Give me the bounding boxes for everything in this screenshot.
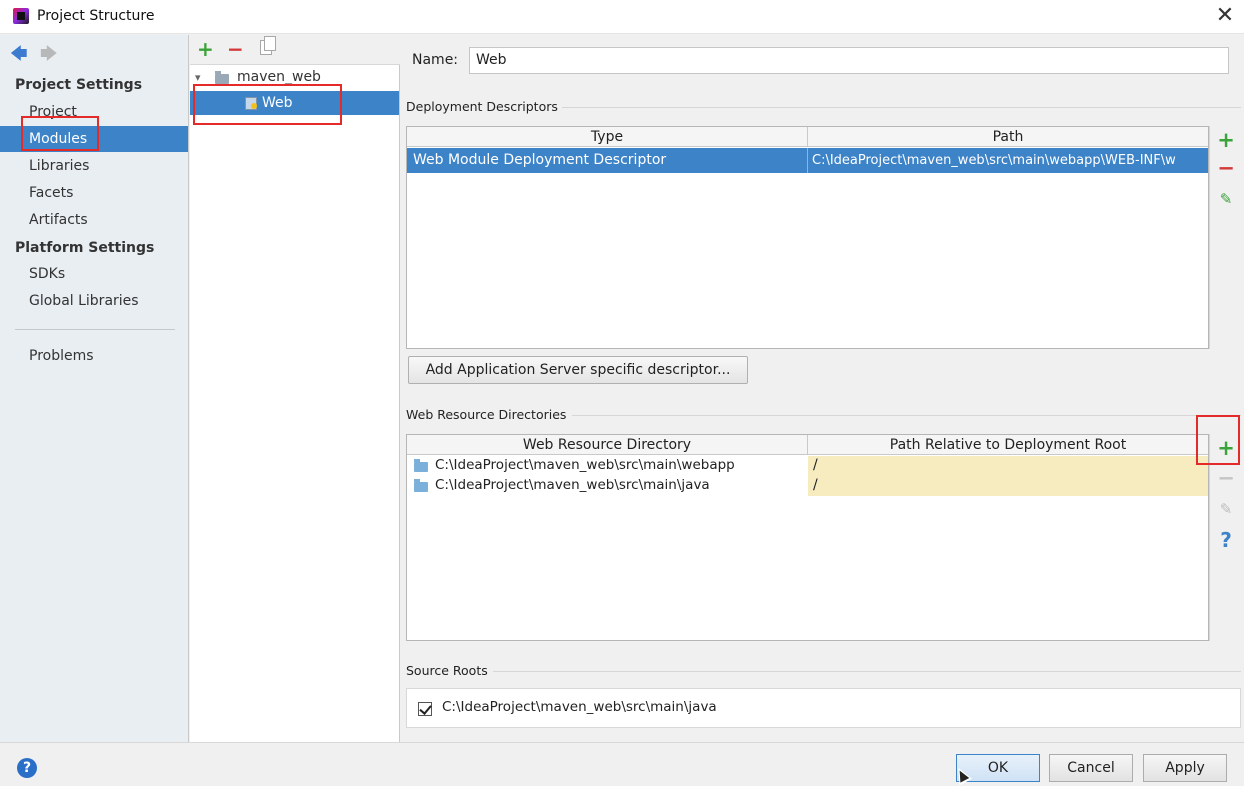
help-icon[interactable]: ?: [17, 758, 37, 778]
descriptor-path-cell: C:\IdeaProject\maven_web\src\main\webapp…: [812, 153, 1176, 168]
remove-web-resource-icon[interactable]: −: [1210, 466, 1242, 490]
column-header-relative-path[interactable]: Path Relative to Deployment Root: [808, 435, 1208, 455]
module-tree-panel: + − ▾ maven_web Web: [190, 35, 400, 742]
nav-item-global-libraries[interactable]: Global Libraries: [0, 288, 188, 314]
relative-path-cell[interactable]: /: [808, 476, 1208, 496]
remove-descriptor-icon[interactable]: −: [1210, 156, 1242, 180]
nav-item-sdks[interactable]: SDKs: [0, 261, 188, 287]
web-facet-icon: [245, 97, 257, 110]
source-roots-list: C:\IdeaProject\maven_web\src\main\java: [406, 688, 1241, 728]
dialog-footer: ? OK Cancel Apply: [0, 742, 1244, 786]
column-header-web-resource-directory[interactable]: Web Resource Directory: [407, 435, 808, 455]
tree-item-label: Web: [262, 95, 293, 111]
name-input[interactable]: Web: [469, 47, 1229, 74]
source-roots-title: Source Roots: [406, 663, 488, 678]
relative-path-cell[interactable]: /: [808, 456, 1208, 476]
tree-item-label: maven_web: [237, 69, 321, 85]
add-server-descriptor-button[interactable]: Add Application Server specific descript…: [408, 356, 748, 384]
column-header-path[interactable]: Path: [808, 127, 1208, 147]
column-header-type[interactable]: Type: [407, 127, 808, 147]
section-divider: [493, 671, 1241, 672]
edit-descriptor-icon[interactable]: ✎: [1210, 190, 1242, 208]
nav-item-modules[interactable]: Modules: [0, 126, 188, 152]
chevron-down-icon[interactable]: ▾: [195, 66, 201, 89]
deployment-descriptors-table: Type Path Web Module Deployment Descript…: [406, 126, 1209, 349]
apply-button[interactable]: Apply: [1143, 754, 1227, 782]
table-row[interactable]: C:\IdeaProject\maven_web\src\main\java /: [407, 476, 1208, 496]
nav-item-project[interactable]: Project: [0, 99, 188, 125]
relative-path-value: /: [813, 457, 818, 473]
nav-item-libraries[interactable]: Libraries: [0, 153, 188, 179]
section-divider: [572, 415, 1241, 416]
deployment-descriptors-title: Deployment Descriptors: [406, 99, 558, 114]
add-module-icon[interactable]: +: [197, 37, 214, 61]
project-settings-header: Project Settings: [15, 77, 143, 93]
forward-arrow-icon[interactable]: 🡆: [40, 41, 58, 70]
web-resource-toolbar: + − ✎ ?: [1209, 434, 1242, 641]
web-resource-path-cell: C:\IdeaProject\maven_web\src\main\java: [435, 477, 710, 493]
edit-web-resource-icon[interactable]: ✎: [1210, 500, 1242, 518]
source-root-path: C:\IdeaProject\maven_web\src\main\java: [442, 699, 717, 715]
nav-item-artifacts[interactable]: Artifacts: [0, 207, 188, 233]
name-label: Name:: [412, 52, 459, 68]
descriptor-toolbar: + − ✎: [1209, 126, 1242, 349]
tree-toolbar: + −: [190, 35, 400, 65]
facet-settings: Name: Web Deployment Descriptors Type Pa…: [401, 35, 1244, 742]
source-root-checkbox[interactable]: [418, 702, 432, 716]
relative-path-value: /: [813, 477, 818, 493]
descriptor-type-cell: Web Module Deployment Descriptor: [413, 152, 667, 168]
tree-item-maven-web[interactable]: ▾ maven_web: [190, 66, 399, 89]
title-bar: Project Structure ✕: [0, 0, 1244, 34]
platform-settings-header: Platform Settings: [15, 240, 155, 256]
add-descriptor-icon[interactable]: +: [1210, 128, 1242, 152]
intellij-logo-icon: [13, 8, 29, 24]
remove-module-icon[interactable]: −: [227, 37, 244, 61]
nav-item-problems[interactable]: Problems: [0, 343, 188, 369]
settings-nav: 🡄 🡆 Project Settings Project Modules Lib…: [0, 35, 189, 742]
web-folder-icon: [414, 459, 428, 472]
web-folder-icon: [414, 479, 428, 492]
web-resource-directories-table: Web Resource Directory Path Relative to …: [406, 434, 1209, 641]
column-divider: [807, 148, 808, 173]
close-icon[interactable]: ✕: [1214, 3, 1236, 28]
tree-item-web[interactable]: Web: [190, 91, 399, 115]
web-resource-directories-title: Web Resource Directories: [406, 407, 567, 422]
module-folder-icon: [215, 71, 229, 84]
window-title: Project Structure: [37, 8, 155, 24]
add-web-resource-icon[interactable]: +: [1210, 436, 1242, 460]
nav-item-facets[interactable]: Facets: [0, 180, 188, 206]
section-divider: [562, 107, 1241, 108]
copy-module-icon[interactable]: [260, 36, 276, 55]
back-arrow-icon[interactable]: 🡄: [10, 41, 28, 70]
help-icon[interactable]: ?: [1210, 528, 1242, 552]
nav-divider: [15, 329, 175, 330]
cancel-button[interactable]: Cancel: [1049, 754, 1133, 782]
table-row[interactable]: Web Module Deployment Descriptor C:\Idea…: [407, 148, 1208, 173]
